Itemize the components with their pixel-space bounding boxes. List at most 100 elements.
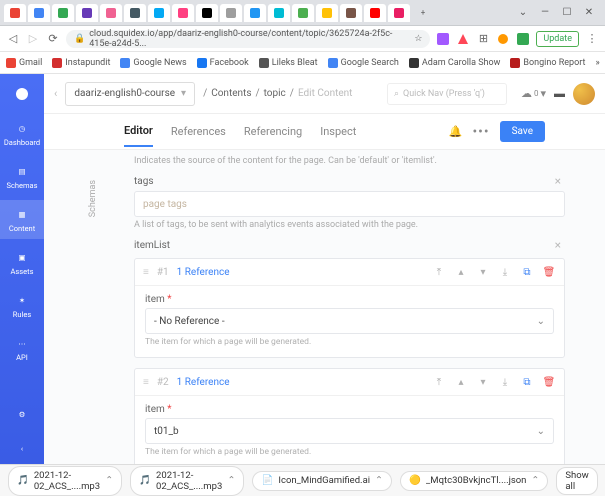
chat-icon[interactable]: ▬ [554, 87, 565, 100]
copy-icon[interactable]: ⧉ [520, 265, 534, 279]
browser-tab[interactable] [28, 4, 50, 22]
chevron-down-icon[interactable]: ⌄ [517, 7, 529, 19]
browser-tab[interactable] [52, 4, 74, 22]
itemlist-item: ≡ #2 1 Reference ⤒ ▴ ▾ ⤓ ⧉ 🗑 item * t01_… [134, 368, 565, 464]
bookmark-item[interactable]: Bongino Report [510, 58, 585, 68]
bookmarks-overflow[interactable]: » [595, 58, 599, 68]
tab-referencing[interactable]: Referencing [244, 117, 302, 146]
quick-nav-input[interactable]: ⌕ Quick Nav (Press 'q') [387, 83, 507, 105]
download-chip[interactable]: 🟡_Mqtc30BvkjncTl....json⌃ [400, 471, 548, 491]
copy-icon[interactable]: ⧉ [520, 375, 534, 389]
browser-tab[interactable] [244, 4, 266, 22]
cloud-status-icon[interactable]: ☁0▾ [521, 87, 546, 100]
browser-tab[interactable] [196, 4, 218, 22]
rail-assets[interactable]: ▣Assets [0, 243, 44, 282]
rail-rules[interactable]: ✶Rules [0, 286, 44, 325]
browser-tab[interactable] [76, 4, 98, 22]
bookmark-item[interactable]: Lileks Bleat [259, 58, 318, 68]
ext-icon[interactable] [436, 32, 450, 46]
move-top-icon[interactable]: ⤒ [432, 375, 446, 389]
rail-api[interactable]: ⋯API [0, 329, 44, 368]
move-bottom-icon[interactable]: ⤓ [498, 265, 512, 279]
drag-handle-icon[interactable]: ≡ [143, 267, 149, 278]
star-icon[interactable]: ☆ [414, 34, 422, 44]
itemlist-item: ≡ #1 1 Reference ⤒ ▴ ▾ ⤓ ⧉ 🗑 item * - No… [134, 258, 565, 358]
address-bar[interactable]: 🔒 cloud.squidex.io/app/daariz-english0-c… [66, 30, 430, 48]
rail-logo[interactable] [0, 80, 44, 110]
move-bottom-icon[interactable]: ⤓ [498, 375, 512, 389]
update-button[interactable]: Update [536, 31, 579, 47]
browser-tab[interactable] [316, 4, 338, 22]
delete-icon[interactable]: 🗑 [542, 375, 556, 389]
move-up-icon[interactable]: ▴ [454, 375, 468, 389]
new-tab-button[interactable]: + [412, 4, 434, 22]
bookmark-item[interactable]: Adam Carolla Show [409, 58, 501, 68]
move-down-icon[interactable]: ▾ [476, 375, 490, 389]
bell-icon[interactable]: 🔔 [449, 125, 463, 138]
rail-schemas[interactable]: ▤Schemas [0, 157, 44, 196]
download-chip[interactable]: 🎵2021-12-02_ACS_....mp3⌃ [8, 466, 122, 496]
tab-inspect[interactable]: Inspect [320, 117, 356, 146]
tab-editor[interactable]: Editor [124, 116, 153, 147]
back-icon[interactable]: ◁ [6, 32, 20, 46]
reference-count[interactable]: 1 Reference [177, 267, 230, 278]
browser-tab[interactable] [148, 4, 170, 22]
ext-icon[interactable] [516, 32, 530, 46]
browser-tab[interactable] [220, 4, 242, 22]
forward-icon[interactable]: ▷ [26, 32, 40, 46]
extensions-icon[interactable]: ⊞ [476, 32, 490, 46]
minimize-icon[interactable]: — [539, 7, 551, 19]
move-up-icon[interactable]: ▴ [454, 265, 468, 279]
bookmark-item[interactable]: Google News [120, 58, 186, 68]
browser-tab[interactable] [268, 4, 290, 22]
bookmark-item[interactable]: Facebook [197, 58, 249, 68]
ext-icon[interactable] [456, 32, 470, 46]
move-top-icon[interactable]: ⤒ [432, 265, 446, 279]
browser-tab[interactable] [292, 4, 314, 22]
rail-settings[interactable]: ⚙ [0, 400, 44, 430]
bookmark-item[interactable]: Instapundit [52, 58, 110, 68]
close-icon[interactable]: × [555, 174, 565, 188]
browser-tab[interactable] [100, 4, 122, 22]
collapse-sidebar-icon[interactable]: ‹ [54, 87, 57, 100]
close-icon[interactable]: ✕ [583, 7, 595, 19]
download-chip[interactable]: 🎵2021-12-02_ACS_....mp3⌃ [130, 466, 244, 496]
item-reference-select[interactable]: t01_b ⌄ [145, 418, 554, 444]
browser-tab[interactable] [4, 4, 26, 22]
browser-tab[interactable] [364, 4, 386, 22]
chevron-up-icon[interactable]: ⌃ [375, 475, 383, 486]
delete-icon[interactable]: 🗑 [542, 265, 556, 279]
download-chip[interactable]: 📄Icon_MindGamified.ai⌃ [252, 471, 392, 491]
chevron-up-icon[interactable]: ⌃ [227, 475, 235, 486]
tags-input[interactable]: page tags [134, 191, 565, 217]
maximize-icon[interactable]: ☐ [561, 7, 573, 19]
show-all-downloads[interactable]: Show all [556, 467, 597, 495]
rail-collapse[interactable]: ‹ [0, 434, 44, 464]
drag-handle-icon[interactable]: ≡ [143, 377, 149, 388]
rail-dashboard[interactable]: ◷Dashboard [0, 114, 44, 153]
browser-tab[interactable] [124, 4, 146, 22]
chevron-up-icon[interactable]: ⌃ [105, 475, 113, 486]
reference-count[interactable]: 1 Reference [177, 377, 230, 388]
save-button[interactable]: Save [500, 121, 545, 142]
close-icon[interactable]: × [555, 238, 565, 252]
app-root: ◷Dashboard ▤Schemas ▦Content ▣Assets ✶Ru… [0, 74, 605, 464]
browser-tab-active[interactable] [172, 4, 194, 22]
browser-tab[interactable] [340, 4, 362, 22]
reload-icon[interactable]: ⟳ [46, 32, 60, 46]
tab-references[interactable]: References [171, 117, 226, 146]
bookmark-item[interactable]: Gmail [6, 58, 42, 68]
app-selector[interactable]: daariz-english0-course ▾ [65, 82, 195, 106]
menu-icon[interactable]: ⋮ [585, 32, 599, 46]
crumb-topic[interactable]: topic [264, 88, 286, 99]
bookmark-item[interactable]: Google Search [328, 58, 399, 68]
rail-content[interactable]: ▦Content [0, 200, 44, 239]
ext-icon[interactable] [496, 32, 510, 46]
browser-tab[interactable] [388, 4, 410, 22]
avatar[interactable] [573, 83, 595, 105]
move-down-icon[interactable]: ▾ [476, 265, 490, 279]
more-menu[interactable]: ••• [472, 124, 489, 140]
crumb-contents[interactable]: Contents [211, 88, 251, 99]
item-reference-select[interactable]: - No Reference - ⌄ [145, 308, 554, 334]
chevron-up-icon[interactable]: ⌃ [531, 475, 539, 486]
